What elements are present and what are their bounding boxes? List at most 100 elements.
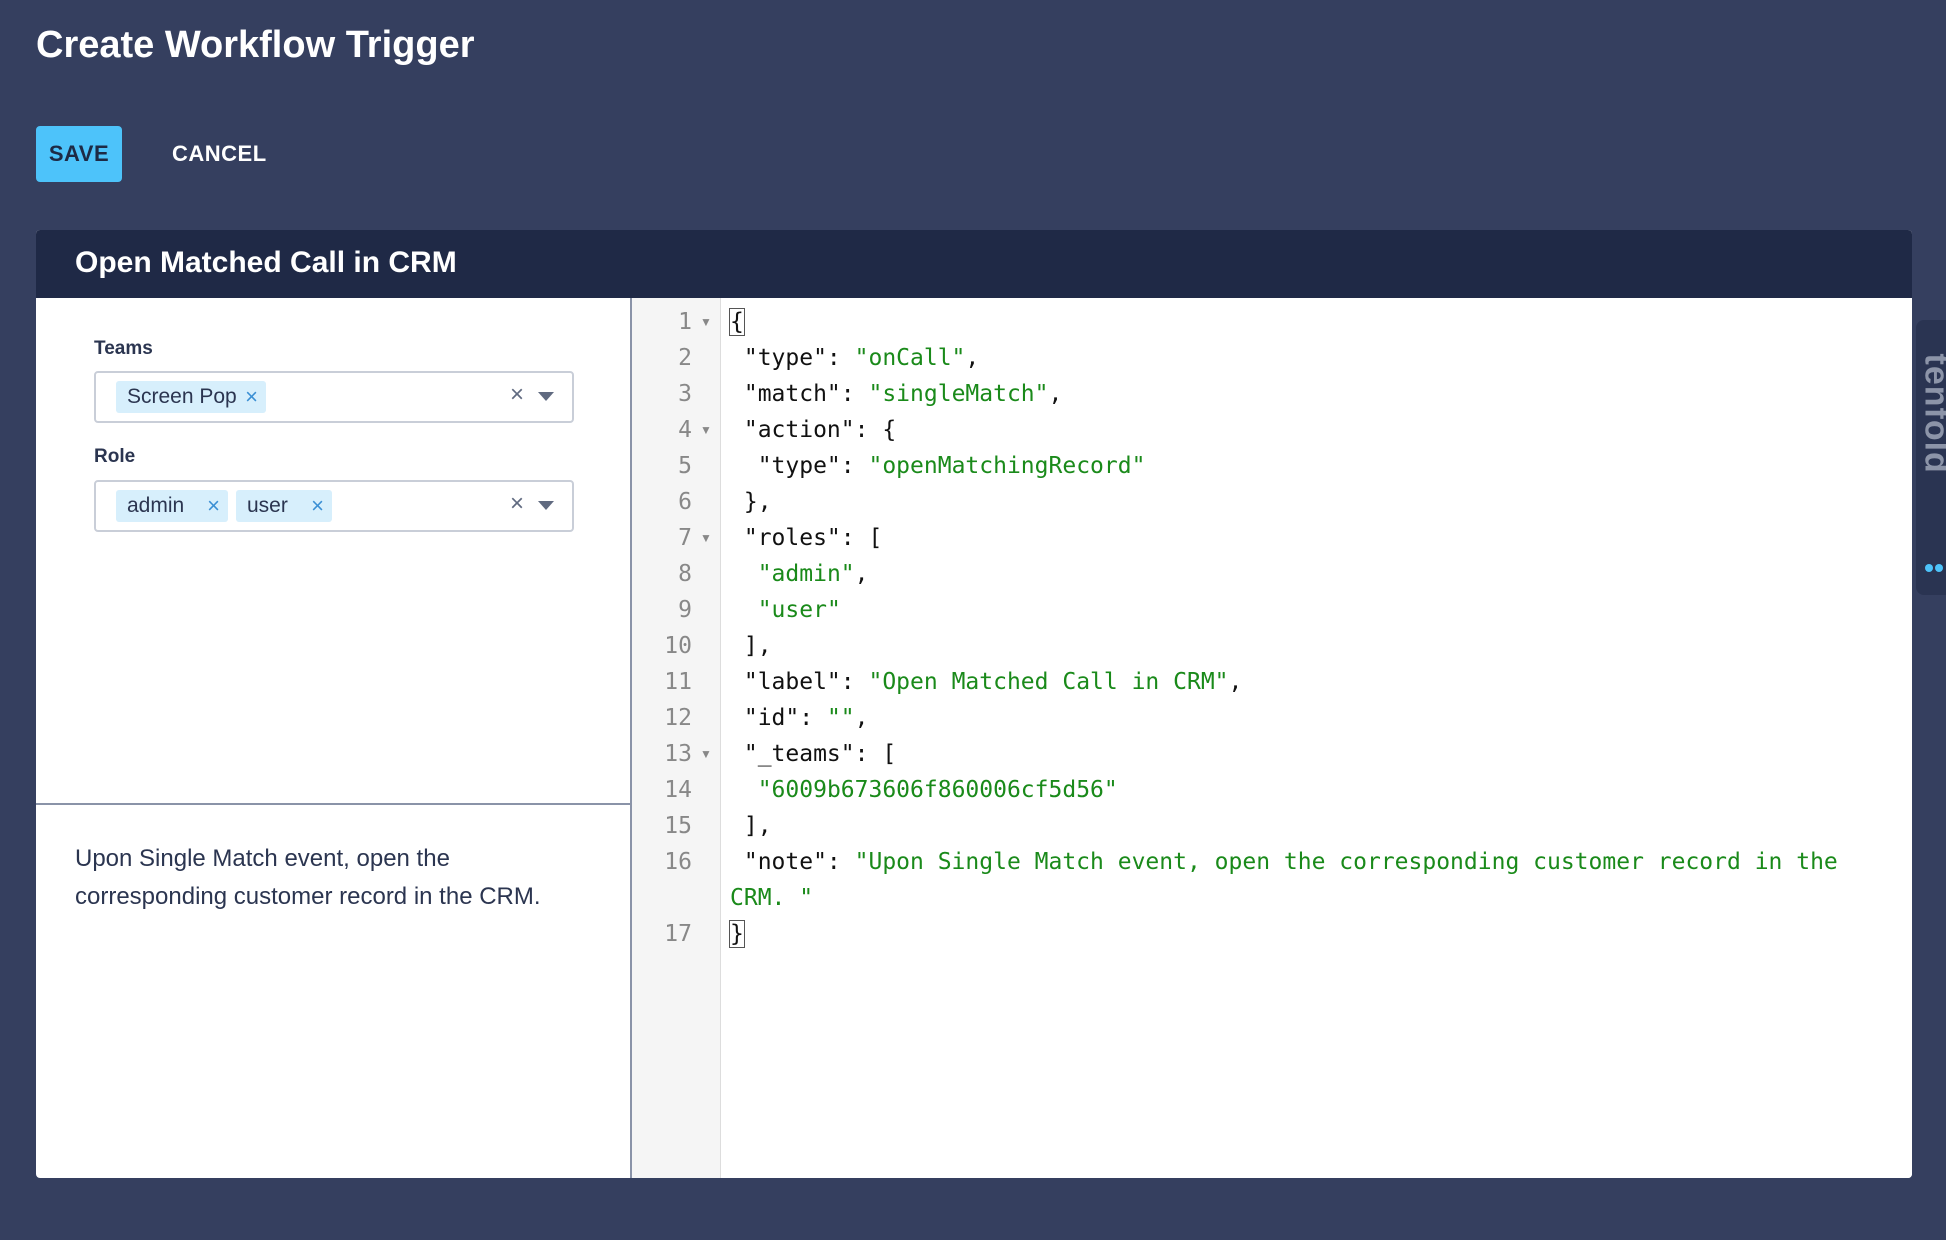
code-line[interactable]: "type": "openMatchingRecord" — [730, 448, 1910, 484]
code-token: "user" — [757, 597, 841, 623]
code-line[interactable]: } — [729, 916, 1910, 952]
fold-arrow-icon[interactable]: ▼ — [700, 412, 714, 448]
code-line[interactable]: "action": { — [730, 412, 1910, 448]
line-number: 3 — [678, 381, 692, 407]
code-token: "action": { — [730, 417, 897, 443]
line-number: 12 — [664, 705, 692, 731]
code-token: "onCall" — [854, 345, 966, 371]
code-token: { — [729, 308, 745, 336]
code-line[interactable]: "user" — [730, 592, 1910, 628]
code-line[interactable]: "note": "Upon Single Match event, open t… — [730, 844, 1910, 880]
code-token: , — [965, 345, 980, 371]
teams-select[interactable]: Screen Pop × × — [94, 371, 574, 423]
team-chip: Screen Pop × — [116, 381, 266, 413]
line-number: 6 — [678, 489, 692, 515]
save-button[interactable]: SAVE — [36, 126, 122, 182]
line-number: 11 — [664, 669, 692, 695]
role-chip-label: admin — [127, 494, 185, 517]
code-line[interactable]: ], — [730, 808, 1910, 844]
code-token: "_teams": [ — [730, 741, 897, 767]
code-token: , — [1048, 381, 1063, 407]
role-select[interactable]: admin × user × × — [94, 480, 574, 532]
divider — [36, 803, 630, 805]
line-number — [632, 880, 692, 916]
code-line[interactable]: "id": "", — [730, 700, 1910, 736]
trigger-note: Upon Single Match event, open the corres… — [75, 845, 541, 910]
line-number: 14 — [664, 777, 692, 803]
line-number: 17 — [664, 921, 692, 947]
code-line[interactable]: }, — [730, 484, 1910, 520]
chevron-down-icon[interactable] — [538, 392, 554, 401]
code-line[interactable]: "6009b673606f860006cf5d56" — [730, 772, 1910, 808]
role-chip: admin × — [116, 490, 228, 522]
code-token: "admin" — [757, 561, 855, 587]
json-editor[interactable]: 1 ▼ 2 3 4 ▼ 5 6 7 ▼ 8 9 10 11 12 13 ▼ 14 15 16 17 { "type": … — [632, 298, 1912, 1178]
line-number: 2 — [678, 345, 692, 371]
code-token: "openMatchingRecord" — [868, 453, 1146, 479]
line-number-gutter: 1 ▼ 2 3 4 ▼ 5 6 7 ▼ 8 9 10 11 12 13 ▼ 14 15 16 17 — [632, 298, 721, 1178]
code-token: "id": — [730, 705, 827, 731]
trigger-panel: Open Matched Call in CRM Teams Screen Po… — [36, 230, 1912, 1178]
clear-icon[interactable]: × — [510, 490, 524, 518]
code-token: "roles": [ — [730, 525, 883, 551]
teams-label: Teams — [94, 338, 153, 359]
code-token: "type": — [730, 453, 869, 479]
line-number: 9 — [678, 597, 692, 623]
code-line[interactable]: { — [729, 304, 1910, 340]
brand-logo-text: tenfold — [1917, 353, 1946, 474]
line-number: 1 — [678, 309, 692, 335]
code-line[interactable]: ], — [730, 628, 1910, 664]
code-line[interactable]: "match": "singleMatch", — [730, 376, 1910, 412]
brand-logo-icon — [1924, 560, 1944, 578]
code-line[interactable]: "admin", — [730, 556, 1910, 592]
chevron-down-icon[interactable] — [538, 501, 554, 510]
fold-arrow-icon[interactable]: ▼ — [700, 736, 714, 772]
code-line[interactable]: CRM. " — [730, 880, 1910, 916]
code-token: } — [729, 920, 745, 948]
close-icon[interactable]: × — [207, 490, 220, 522]
code-line[interactable]: "roles": [ — [730, 520, 1910, 556]
code-token: ], — [730, 813, 772, 839]
role-chip-label: user — [247, 494, 288, 517]
code-token: "label": — [730, 669, 869, 695]
code-token: "singleMatch" — [868, 381, 1049, 407]
line-number: 15 — [664, 813, 692, 839]
close-icon[interactable]: × — [311, 490, 324, 522]
code-token: "Upon Single Match event, open the corre… — [854, 849, 1838, 875]
code-token: "type": — [730, 345, 855, 371]
code-token: "note": — [730, 849, 855, 875]
code-token: ], — [730, 633, 772, 659]
code-token: "" — [826, 705, 855, 731]
trigger-title: Open Matched Call in CRM — [75, 246, 457, 279]
line-number: 16 — [664, 849, 692, 875]
line-number: 10 — [664, 633, 692, 659]
team-chip-label: Screen Pop — [127, 385, 237, 408]
page-title: Create Workflow Trigger — [36, 24, 475, 66]
code-token: "match": — [730, 381, 869, 407]
close-icon[interactable]: × — [245, 381, 258, 413]
fold-arrow-icon[interactable]: ▼ — [700, 520, 714, 556]
code-token: , — [1228, 669, 1243, 695]
code-token: CRM. " — [730, 885, 814, 911]
brand-side-tab[interactable]: tenfold — [1916, 320, 1946, 595]
code-token: }, — [730, 489, 772, 515]
line-number: 8 — [678, 561, 692, 587]
code-token: , — [854, 561, 869, 587]
clear-icon[interactable]: × — [510, 381, 524, 409]
code-token: , — [854, 705, 869, 731]
fold-arrow-icon[interactable]: ▼ — [700, 304, 714, 340]
line-number: 5 — [678, 453, 692, 479]
line-number: 4 — [678, 417, 692, 443]
cancel-button[interactable]: CANCEL — [166, 126, 270, 182]
trigger-form: Teams Screen Pop × × Role admin × user × — [36, 298, 630, 803]
role-label: Role — [94, 446, 136, 467]
code-line[interactable]: "label": "Open Matched Call in CRM", — [730, 664, 1910, 700]
code-token: "6009b673606f860006cf5d56" — [757, 777, 1118, 803]
code-line[interactable]: "type": "onCall", — [730, 340, 1910, 376]
settings-column: Teams Screen Pop × × Role admin × user × — [36, 298, 632, 1178]
code-line[interactable]: "_teams": [ — [730, 736, 1910, 772]
role-chip: user × — [236, 490, 332, 522]
line-number: 7 — [678, 525, 692, 551]
